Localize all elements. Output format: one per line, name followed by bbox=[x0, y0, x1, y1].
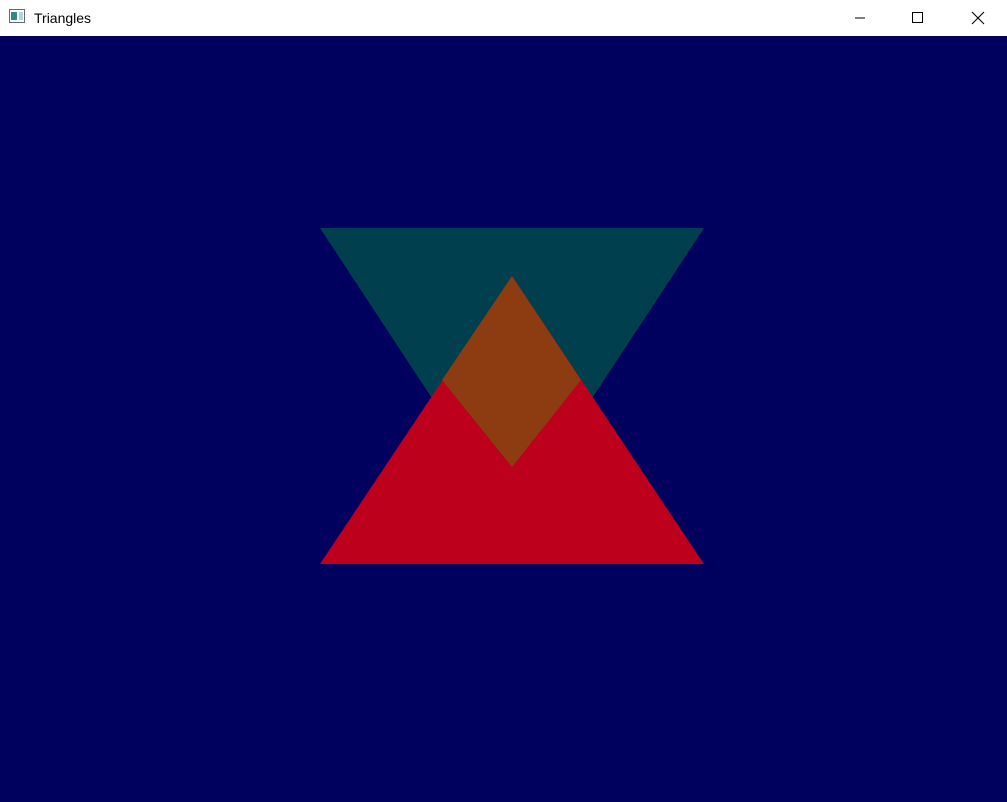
app-icon bbox=[9, 9, 25, 23]
title-bar[interactable]: Triangles bbox=[0, 0, 1007, 36]
maximize-button[interactable] bbox=[889, 0, 947, 36]
minimize-button[interactable] bbox=[831, 0, 889, 36]
close-icon bbox=[971, 11, 984, 25]
window-title: Triangles bbox=[34, 10, 92, 26]
close-button[interactable] bbox=[948, 0, 1007, 36]
render-canvas bbox=[0, 36, 1007, 802]
maximize-icon bbox=[912, 12, 923, 23]
app-window: Triangles bbox=[0, 0, 1007, 802]
minimize-icon bbox=[855, 17, 865, 19]
